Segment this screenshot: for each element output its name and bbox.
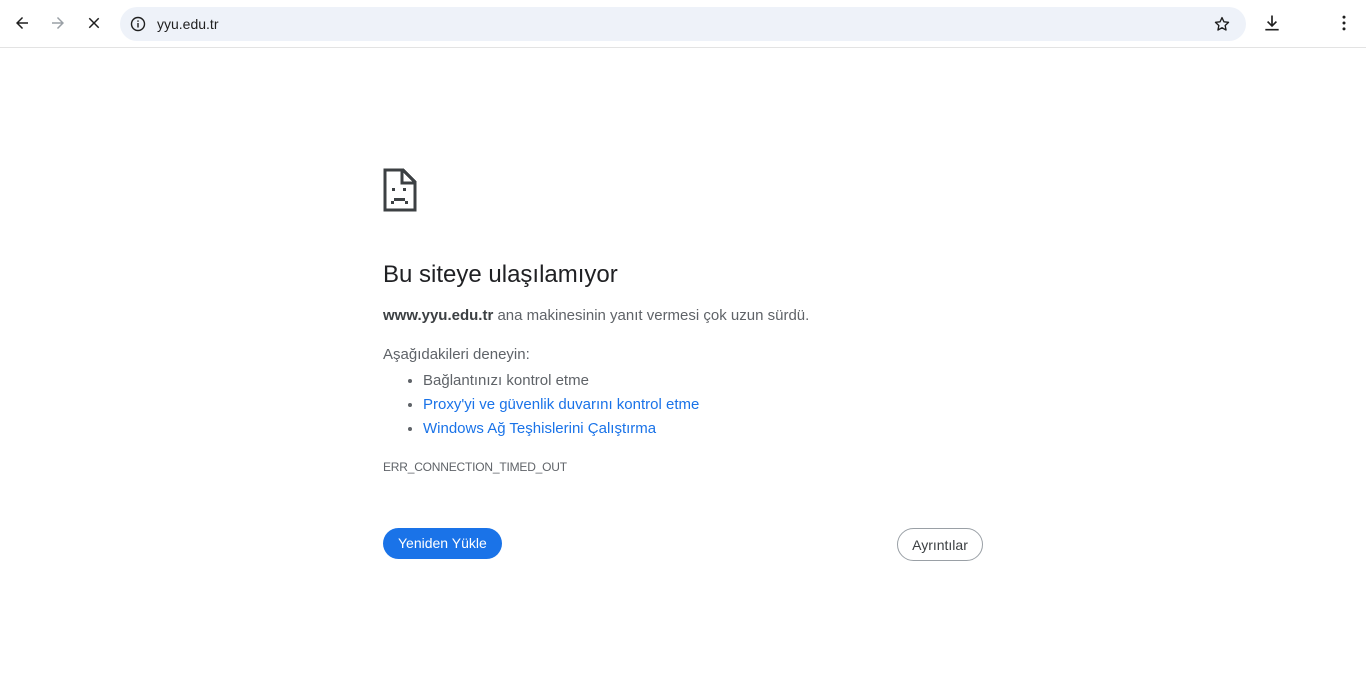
download-button[interactable] xyxy=(1258,9,1286,37)
error-host: www.yyu.edu.tr xyxy=(383,307,494,324)
forward-button[interactable] xyxy=(43,8,73,38)
error-content: Bu siteye ulaşılamıyor www.yyu.edu.tr an… xyxy=(383,168,983,474)
kebab-menu-icon xyxy=(1342,15,1346,31)
menu-button[interactable] xyxy=(1330,9,1358,37)
back-arrow-icon xyxy=(16,17,28,29)
error-description-text: ana makinesinin yanıt vermesi çok uzun s… xyxy=(497,307,810,324)
back-button[interactable] xyxy=(7,8,37,38)
download-icon xyxy=(1265,15,1279,31)
suggestion-check-proxy: Proxy'yi ve güvenlik duvarını kontrol et… xyxy=(423,393,983,417)
browser-toolbar: yyu.edu.tr xyxy=(0,0,1366,48)
proxy-firewall-link[interactable]: Proxy'yi ve güvenlik duvarını kontrol et… xyxy=(423,396,699,413)
suggestion-text: Bağlantınızı kontrol etme xyxy=(423,372,589,389)
details-button[interactable]: Ayrıntılar xyxy=(897,528,983,561)
reload-button[interactable]: Yeniden Yükle xyxy=(383,528,502,559)
suggestion-list: Bağlantınızı kontrol etme Proxy'yi ve gü… xyxy=(383,369,983,441)
bookmark-star-icon[interactable] xyxy=(1212,14,1232,34)
error-title: Bu siteye ulaşılamıyor xyxy=(383,261,618,288)
stop-button[interactable] xyxy=(79,8,109,38)
error-description: www.yyu.edu.tr ana makinesinin yanıt ver… xyxy=(383,306,983,326)
site-info-icon[interactable] xyxy=(128,14,148,34)
suggestion-network-diagnostics: Windows Ağ Teşhislerini Çalıştırma xyxy=(423,417,983,441)
url-text[interactable]: yyu.edu.tr xyxy=(157,16,218,32)
suggestion-check-connection: Bağlantınızı kontrol etme xyxy=(423,369,983,393)
try-label: Aşağıdakileri deneyin: xyxy=(383,346,530,363)
network-diagnostics-link[interactable]: Windows Ağ Teşhislerini Çalıştırma xyxy=(423,420,656,437)
error-code: ERR_CONNECTION_TIMED_OUT xyxy=(383,460,567,474)
stop-loading-icon xyxy=(88,17,100,29)
sad-page-icon xyxy=(383,168,417,212)
address-bar[interactable]: yyu.edu.tr xyxy=(120,7,1246,41)
forward-arrow-icon xyxy=(52,17,64,29)
